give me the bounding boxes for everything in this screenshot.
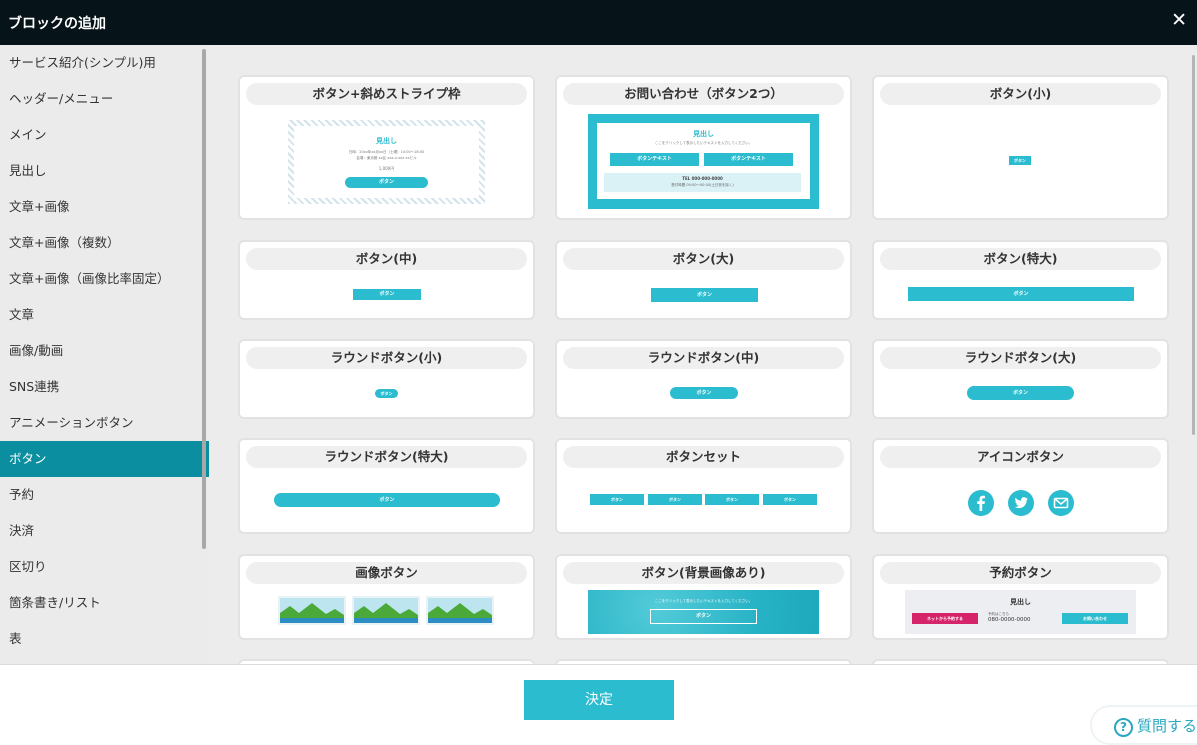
image-placeholder-icon bbox=[278, 596, 346, 625]
block-card-contact-two-buttons[interactable]: お問い合わせ（ボタン2つ） 見出し ここをクリックして表示したいテキストを入力し… bbox=[555, 75, 852, 220]
block-title: ラウンドボタン(特大) bbox=[246, 446, 527, 468]
preview-button: ボタン bbox=[274, 493, 500, 507]
sidebar-item-list[interactable]: 箇条書き/リスト bbox=[0, 585, 209, 621]
preview-button: ボタン bbox=[345, 177, 428, 188]
preview-hours: 受付時間 00:00〜00:00(土日祝を除く) bbox=[671, 183, 734, 187]
block-title: ボタン+斜めストライプ枠 bbox=[246, 83, 527, 105]
preview-button: ボタン bbox=[590, 494, 644, 505]
gallery-scrollbar[interactable] bbox=[1192, 55, 1195, 435]
image-placeholder-icon bbox=[426, 596, 494, 625]
block-title: 予約ボタン bbox=[880, 562, 1161, 584]
sidebar-item-main[interactable]: メイン bbox=[0, 117, 209, 153]
confirm-button[interactable]: 決定 bbox=[524, 680, 674, 720]
block-card-image-button[interactable]: 画像ボタン bbox=[238, 554, 535, 640]
sidebar-item-table[interactable]: 表 bbox=[0, 621, 209, 657]
block-gallery: ボタン+斜めストライプ枠 見出し 日時：20xx年xx月xx日（土曜）10:00… bbox=[209, 45, 1197, 664]
block-card-icon-buttons[interactable]: アイコンボタン bbox=[872, 438, 1169, 534]
contact-preview: 見出し ここをクリックして表示したいテキストを入力してください。 ボタンテキスト… bbox=[588, 114, 819, 209]
help-label: 質問する bbox=[1137, 717, 1197, 735]
block-card-button-small[interactable]: ボタン(小) ボタン bbox=[872, 75, 1169, 220]
sidebar-item-header-menu[interactable]: ヘッダー/メニュー bbox=[0, 81, 209, 117]
preview-heading: 見出し bbox=[376, 137, 397, 145]
block-card-button-bg-image[interactable]: ボタン(背景画像あり) ここをクリックして表示したいテキストを入力してください。… bbox=[555, 554, 852, 640]
preview-heading: 見出し bbox=[1010, 598, 1031, 606]
preview-button: ボタン bbox=[650, 609, 757, 624]
preview-subtext: ここをクリックして表示したいテキストを入力してください。 bbox=[654, 599, 753, 603]
question-icon: ? bbox=[1114, 718, 1133, 737]
image-placeholder-icon bbox=[352, 596, 420, 625]
block-card-stripe-button[interactable]: ボタン+斜めストライプ枠 見出し 日時：20xx年xx月xx日（土曜）10:00… bbox=[238, 75, 535, 220]
category-sidebar: サービス紹介(シンプル)用 ヘッダー/メニュー メイン 見出し 文章+画像 文章… bbox=[0, 45, 209, 664]
block-card-button-set[interactable]: ボタンセット ボタン ボタン ボタン ボタン bbox=[555, 438, 852, 534]
preview-button: ボタンテキスト bbox=[610, 153, 699, 166]
block-title: ボタン(小) bbox=[880, 83, 1161, 105]
close-icon[interactable]: ✕ bbox=[1171, 9, 1187, 31]
preview-button: ボタンテキスト bbox=[704, 153, 793, 166]
sidebar-item-heading[interactable]: 見出し bbox=[0, 153, 209, 189]
stripe-frame-preview: 見出し 日時：20xx年xx月xx日（土曜）10:00〜18:00 会場：東京都… bbox=[288, 120, 485, 204]
sidebar-item-animation-button[interactable]: アニメーションボタン bbox=[0, 405, 209, 441]
sidebar-item-image-video[interactable]: 画像/動画 bbox=[0, 333, 209, 369]
block-title: ラウンドボタン(中) bbox=[563, 347, 844, 369]
mail-icon bbox=[1048, 490, 1074, 516]
block-title: ボタンセット bbox=[563, 446, 844, 468]
sidebar-item-sns[interactable]: SNS連携 bbox=[0, 369, 209, 405]
preview-info-line: 日時：20xx年xx月xx日（土曜）10:00〜18:00 bbox=[348, 150, 425, 154]
block-card-round-button-xlarge[interactable]: ラウンドボタン(特大) ボタン bbox=[238, 438, 535, 534]
sidebar-item-text-image[interactable]: 文章+画像 bbox=[0, 189, 209, 225]
block-title: ラウンドボタン(大) bbox=[880, 347, 1161, 369]
block-title: 画像ボタン bbox=[246, 562, 527, 584]
preview-button: ボタン bbox=[763, 494, 817, 505]
block-title: ボタン(背景画像あり) bbox=[563, 562, 844, 584]
preview-button: ボタン bbox=[705, 494, 759, 505]
sidebar-item-text-image-multiple[interactable]: 文章+画像（複数） bbox=[0, 225, 209, 261]
sidebar-item-service-intro[interactable]: サービス紹介(シンプル)用 bbox=[0, 45, 209, 81]
sidebar-item-button[interactable]: ボタン bbox=[0, 441, 209, 477]
twitter-icon bbox=[1008, 490, 1034, 516]
block-card-round-button-medium[interactable]: ラウンドボタン(中) ボタン bbox=[555, 339, 852, 419]
preview-subtext: ここをクリックして表示したいテキストを入力してください。 bbox=[654, 141, 753, 145]
dialog-title: ブロックの追加 bbox=[8, 16, 106, 32]
preview-button: ボタン bbox=[1009, 156, 1031, 165]
preview-button: ネットから予約する bbox=[912, 613, 978, 624]
preview-button: お問い合わせ bbox=[1062, 613, 1128, 624]
preview-button: ボタン bbox=[908, 287, 1134, 301]
preview-button: ボタン bbox=[375, 389, 398, 398]
preview-button: ボタン bbox=[670, 387, 738, 399]
preview-button: ボタン bbox=[353, 289, 421, 300]
preview-price: 1,000円 bbox=[378, 166, 395, 171]
block-card-button-medium[interactable]: ボタン(中) ボタン bbox=[238, 240, 535, 320]
block-card-button-large[interactable]: ボタン(大) ボタン bbox=[555, 240, 852, 320]
block-title: ボタン(中) bbox=[246, 248, 527, 270]
sidebar-item-text-image-fixed-ratio[interactable]: 文章+画像（画像比率固定） bbox=[0, 261, 209, 297]
block-card-round-button-large[interactable]: ラウンドボタン(大) ボタン bbox=[872, 339, 1169, 419]
block-title: お問い合わせ（ボタン2つ） bbox=[563, 83, 844, 105]
preview-info-line: 会場：東京都 xx区 xxx-x-xxx xxビル bbox=[356, 156, 417, 160]
facebook-icon bbox=[968, 490, 994, 516]
block-title: ボタン(大) bbox=[563, 248, 844, 270]
block-card-button-xlarge[interactable]: ボタン(特大) ボタン bbox=[872, 240, 1169, 320]
preview-tel: TEL 000-000-0000 bbox=[682, 176, 723, 181]
sidebar-item-text[interactable]: 文章 bbox=[0, 297, 209, 333]
reservation-preview: 見出し ネットから予約する 予約はこちら 080-0000-0000 お問い合わ… bbox=[905, 590, 1136, 634]
sidebar-item-divider[interactable]: 区切り bbox=[0, 549, 209, 585]
block-title: ラウンドボタン(小) bbox=[246, 347, 527, 369]
sidebar-item-reservation[interactable]: 予約 bbox=[0, 477, 209, 513]
sidebar-item-payment[interactable]: 決済 bbox=[0, 513, 209, 549]
preview-heading: 見出し bbox=[693, 130, 714, 138]
dialog-footer: 決定 ? 質問する bbox=[0, 664, 1197, 745]
preview-button: ボタン bbox=[967, 386, 1074, 400]
preview-button: ボタン bbox=[648, 494, 702, 505]
sidebar-scrollbar[interactable] bbox=[202, 49, 206, 549]
bg-image-preview: ここをクリックして表示したいテキストを入力してください。 ボタン bbox=[588, 590, 819, 634]
preview-button: ボタン bbox=[651, 288, 758, 302]
block-card-round-button-small[interactable]: ラウンドボタン(小) ボタン bbox=[238, 339, 535, 419]
preview-phone: 080-0000-0000 bbox=[988, 617, 1031, 623]
block-title: ボタン(特大) bbox=[880, 248, 1161, 270]
block-title: アイコンボタン bbox=[880, 446, 1161, 468]
block-card-reservation-button[interactable]: 予約ボタン 見出し ネットから予約する 予約はこちら 080-0000-0000… bbox=[872, 554, 1169, 640]
dialog-titlebar: ブロックの追加 ✕ bbox=[0, 0, 1197, 45]
help-button[interactable]: ? 質問する bbox=[1090, 705, 1197, 745]
